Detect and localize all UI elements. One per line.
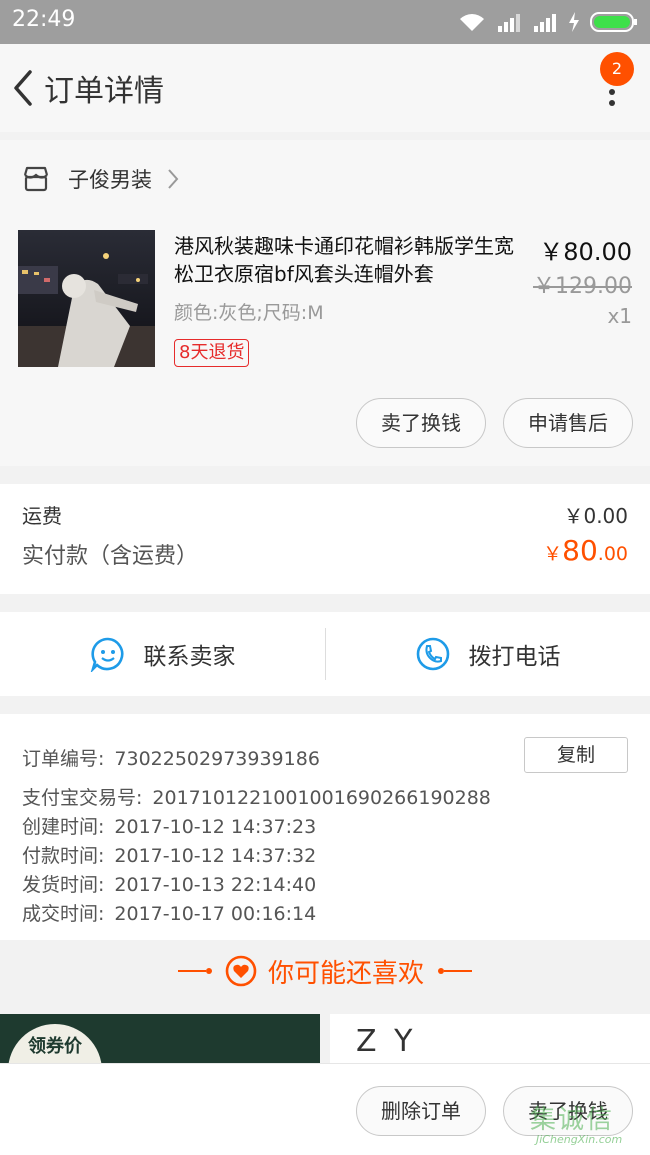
more-dot-icon	[609, 89, 615, 95]
order-info-row: 创建时间: 2017-10-12 14:37:23	[22, 812, 316, 839]
wifi-icon	[460, 14, 484, 31]
watermark-logo: 集诚信 JiChengXin.com	[530, 1099, 642, 1151]
order-info-label: 付款时间:	[22, 845, 105, 867]
product-original-price: ￥129.00	[533, 274, 632, 299]
recommend-cards: 领券价 Z Y	[0, 1014, 650, 1070]
paid-integer: 80	[562, 534, 598, 567]
order-info-value: 73022502973939186	[114, 748, 320, 770]
order-info-label: 创建时间:	[22, 816, 105, 838]
recommend-card[interactable]: Z Y	[330, 1014, 650, 1070]
back-button[interactable]	[8, 68, 38, 108]
shop-icon	[23, 166, 49, 192]
contact-seller-button[interactable]: 联系卖家	[0, 612, 325, 696]
signal-icon	[498, 14, 520, 32]
call-button[interactable]: 拨打电话	[325, 612, 650, 696]
signal-icon-2	[534, 14, 556, 32]
order-info-label: 订单编号:	[22, 748, 105, 770]
call-label: 拨打电话	[468, 644, 561, 670]
order-info-label: 成交时间:	[22, 903, 105, 925]
paid-amount: ￥80.00	[543, 534, 628, 567]
recommend-title: 你可能还喜欢	[267, 958, 424, 989]
order-info-row: 支付宝交易号: 2017101221001001690266190288	[22, 783, 491, 810]
after-sale-button[interactable]: 申请售后	[503, 398, 633, 448]
status-time: 22:49	[12, 7, 76, 32]
order-info-row: 成交时间: 2017-10-17 00:16:14	[22, 899, 316, 926]
charging-icon	[569, 12, 579, 32]
paid-currency: ￥	[543, 543, 563, 565]
watermark-cn: 集诚信	[530, 1105, 615, 1135]
status-bar: 22:49	[0, 0, 650, 44]
chat-face-icon	[90, 637, 123, 672]
status-icons	[458, 10, 638, 34]
return-policy-tag: 8天退货	[174, 339, 250, 367]
fee-summary: 运费 ￥0.00 实付款（含运费） ￥80.00	[0, 484, 650, 594]
watermark-en: JiChengXin.com	[536, 1133, 623, 1146]
bottom-action-bar: 删除订单 卖了换钱 集诚信 JiChengXin.com	[0, 1063, 650, 1155]
recommend-left-dot	[205, 968, 212, 974]
more-dot-icon	[609, 100, 615, 106]
delete-order-button[interactable]: 删除订单	[356, 1086, 486, 1136]
heart-icon	[225, 955, 257, 987]
sell-button[interactable]: 卖了换钱	[356, 398, 486, 448]
chevron-right-icon	[168, 169, 179, 189]
product-spec: 颜色:灰色;尺码:M	[174, 302, 324, 324]
recommend-card-text: Z Y	[356, 1024, 417, 1059]
order-info-value: 2017-10-12 14:37:23	[114, 816, 317, 838]
phone-icon	[416, 637, 449, 671]
order-info-row: 订单编号: 73022502973939186	[22, 744, 320, 771]
product-image[interactable]	[18, 230, 155, 367]
notification-badge: 2	[600, 52, 634, 86]
recommend-right-line	[444, 970, 472, 972]
paid-label: 实付款（含运费）	[22, 544, 199, 569]
order-item: 港风秋装趣味卡通印花帽衫韩版学生宽松卫衣原宿bf风套头连帽外套 颜色:灰色;尺码…	[0, 218, 650, 466]
paid-decimal: .00	[597, 543, 628, 565]
order-info-row: 发货时间: 2017-10-13 22:14:40	[22, 870, 316, 897]
order-info-row: 付款时间: 2017-10-12 14:37:32	[22, 841, 316, 868]
contact-bar: 联系卖家 拨打电话	[0, 612, 650, 696]
recommend-card[interactable]: 领券价	[0, 1014, 320, 1070]
order-info-value: 2017101221001001690266190288	[152, 787, 491, 809]
shipping-label: 运费	[22, 504, 62, 528]
shop-row[interactable]: 子俊男装	[0, 140, 650, 218]
product-quantity: x1	[607, 304, 632, 328]
page-title: 订单详情	[44, 74, 164, 109]
order-info-label: 发货时间:	[22, 874, 105, 896]
order-info-value: 2017-10-17 00:16:14	[114, 903, 317, 925]
product-price: ￥80.00	[539, 238, 632, 266]
product-title[interactable]: 港风秋装趣味卡通印花帽衫韩版学生宽松卫衣原宿bf风套头连帽外套	[174, 232, 526, 288]
order-info-value: 2017-10-12 14:37:32	[114, 845, 317, 867]
shipping-value: ￥0.00	[563, 504, 628, 528]
battery-icon	[590, 12, 637, 32]
recommend-header: 你可能还喜欢	[0, 940, 650, 1002]
order-info-label: 支付宝交易号:	[22, 787, 143, 809]
nav-bar: 订单详情 2	[0, 44, 650, 132]
chevron-left-icon	[14, 70, 32, 106]
contact-seller-label: 联系卖家	[143, 644, 236, 670]
copy-order-number-button[interactable]: 复制	[524, 737, 628, 773]
order-info-value: 2017-10-13 22:14:40	[114, 874, 317, 896]
shop-name: 子俊男装	[68, 168, 152, 192]
order-info: 订单编号: 73022502973939186 支付宝交易号: 2017101221…	[0, 714, 650, 940]
recommend-left-line	[177, 970, 206, 972]
